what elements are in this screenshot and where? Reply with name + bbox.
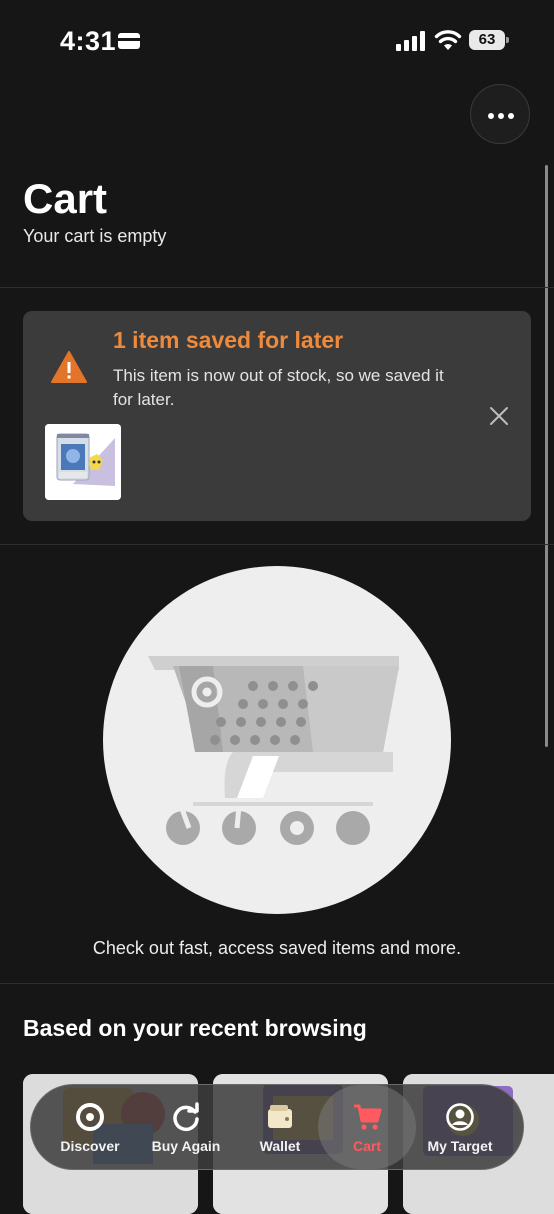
nav-item-wallet[interactable]: Wallet: [231, 1085, 329, 1169]
nav-item-cart[interactable]: Cart: [318, 1085, 416, 1169]
product-image: [45, 424, 121, 500]
wallet-card-icon: [118, 33, 140, 49]
cart-status-text: Your cart is empty: [23, 226, 167, 246]
recent-browsing-heading: Based on your recent browsing: [23, 1015, 367, 1041]
saved-notice-title: 1 item saved for later: [113, 327, 344, 353]
saved-notice-message: This item is now out of stock, so we sav…: [113, 366, 444, 409]
scrollbar[interactable]: [545, 165, 548, 747]
nav-label-discover: Discover: [60, 1138, 120, 1154]
target-icon: [76, 1103, 104, 1131]
cellular-signal-icon: [396, 31, 425, 51]
warning-icon: [51, 351, 87, 383]
more-dot-icon: [488, 113, 494, 119]
more-options-button[interactable]: [470, 84, 530, 144]
status-bar: 4:31 63: [0, 0, 554, 84]
nav-item-discover[interactable]: Discover: [41, 1085, 139, 1169]
saved-product-thumbnail[interactable]: [45, 424, 121, 500]
bottom-navigation: Discover Buy Again Wallet Cart My Target: [30, 1084, 524, 1170]
more-dot-icon: [508, 113, 514, 119]
close-icon[interactable]: [489, 406, 509, 426]
nav-label-cart: Cart: [352, 1138, 381, 1154]
battery-indicator: 63: [469, 30, 509, 50]
empty-cart-illustration: [103, 566, 451, 914]
saved-for-later-card: 1 item saved for later This item is now …: [23, 311, 531, 521]
wifi-icon: [434, 30, 462, 50]
nav-label-wallet: Wallet: [259, 1138, 301, 1154]
nav-item-my-target[interactable]: My Target: [411, 1085, 509, 1169]
wallet-icon: [268, 1105, 292, 1128]
cart-icon: [354, 1104, 382, 1130]
more-dot-icon: [498, 113, 504, 119]
person-icon: [446, 1103, 474, 1131]
nav-label-buy-again: Buy Again: [151, 1138, 221, 1154]
page-title: Cart: [23, 175, 108, 222]
divider: [0, 287, 554, 288]
refresh-icon: [173, 1102, 199, 1132]
empty-cart-hint: Check out fast, access saved items and m…: [92, 938, 462, 958]
status-time: 4:31: [60, 26, 117, 56]
nav-label-my-target: My Target: [427, 1138, 493, 1154]
divider: [0, 983, 554, 984]
divider: [0, 544, 554, 545]
nav-item-buy-again[interactable]: Buy Again: [137, 1085, 235, 1169]
